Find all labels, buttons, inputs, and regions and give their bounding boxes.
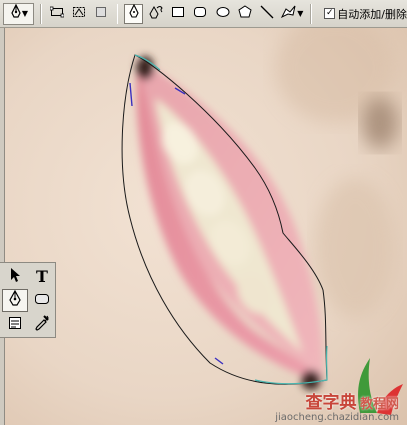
- pen-button[interactable]: [124, 3, 143, 24]
- watermark: 查字典 教程网 jiaocheng.chazidian.com: [275, 392, 399, 423]
- chevron-down-icon: ▼: [21, 9, 29, 18]
- custom-shape-button[interactable]: ▼: [280, 4, 304, 24]
- separator: [310, 3, 313, 24]
- tool-preset-picker[interactable]: ▼: [3, 2, 34, 25]
- rectangle-icon: [171, 6, 185, 21]
- type-icon: T: [36, 267, 48, 286]
- pen-icon: [128, 3, 140, 23]
- auto-add-delete-checkbox[interactable]: ✓: [324, 8, 336, 19]
- paths-button[interactable]: [70, 4, 88, 24]
- pen-tool[interactable]: [2, 289, 28, 312]
- polygon-button[interactable]: [236, 4, 254, 24]
- document-canvas[interactable]: [5, 28, 407, 425]
- path-selection-icon: [8, 267, 22, 286]
- pen-icon: [8, 289, 22, 311]
- type-tool[interactable]: T: [29, 265, 55, 288]
- shape-layers-icon: [49, 6, 65, 21]
- separator: [39, 3, 42, 24]
- rounded-rectangle-icon: [193, 6, 207, 21]
- notes-icon: [8, 316, 22, 333]
- polygon-icon: [238, 5, 252, 22]
- eyedropper-tool[interactable]: [29, 313, 55, 336]
- shape-layers-button[interactable]: [48, 4, 66, 24]
- watermark-brand: 查字典: [305, 392, 357, 413]
- tools-panel: T: [0, 262, 56, 338]
- shape-tool-icon: [34, 293, 50, 308]
- freeform-pen-icon: [148, 4, 164, 23]
- watermark-brand-sub: 教程网: [359, 396, 399, 412]
- freeform-pen-button[interactable]: [147, 4, 165, 24]
- ellipse-button[interactable]: [213, 4, 231, 24]
- auto-add-delete-option[interactable]: ✓ 自动添加/删除: [324, 6, 407, 22]
- fill-pixels-button[interactable]: [92, 4, 110, 24]
- watermark-site: jiaocheng.chazidian.com: [275, 411, 399, 423]
- photo-mouth: [5, 28, 407, 425]
- ellipse-icon: [216, 6, 230, 21]
- chevron-down-icon: ▼: [297, 9, 304, 18]
- paths-icon: [72, 6, 86, 21]
- rectangle-button[interactable]: [169, 4, 187, 24]
- eyedropper-icon: [35, 315, 49, 334]
- separator: [116, 3, 119, 24]
- options-bar: ▼ ▼ ✓ 自动添加/删除: [0, 0, 407, 28]
- auto-add-delete-label: 自动添加/删除: [337, 7, 407, 21]
- fill-pixels-icon: [95, 6, 107, 21]
- custom-shape-icon: [281, 5, 297, 22]
- notes-tool[interactable]: [2, 313, 28, 336]
- path-selection-tool[interactable]: [2, 265, 28, 288]
- line-button[interactable]: [258, 4, 276, 24]
- shape-tool[interactable]: [29, 289, 55, 312]
- rounded-rectangle-button[interactable]: [191, 4, 209, 24]
- pen-tool-icon: [9, 3, 23, 23]
- line-icon: [260, 5, 274, 22]
